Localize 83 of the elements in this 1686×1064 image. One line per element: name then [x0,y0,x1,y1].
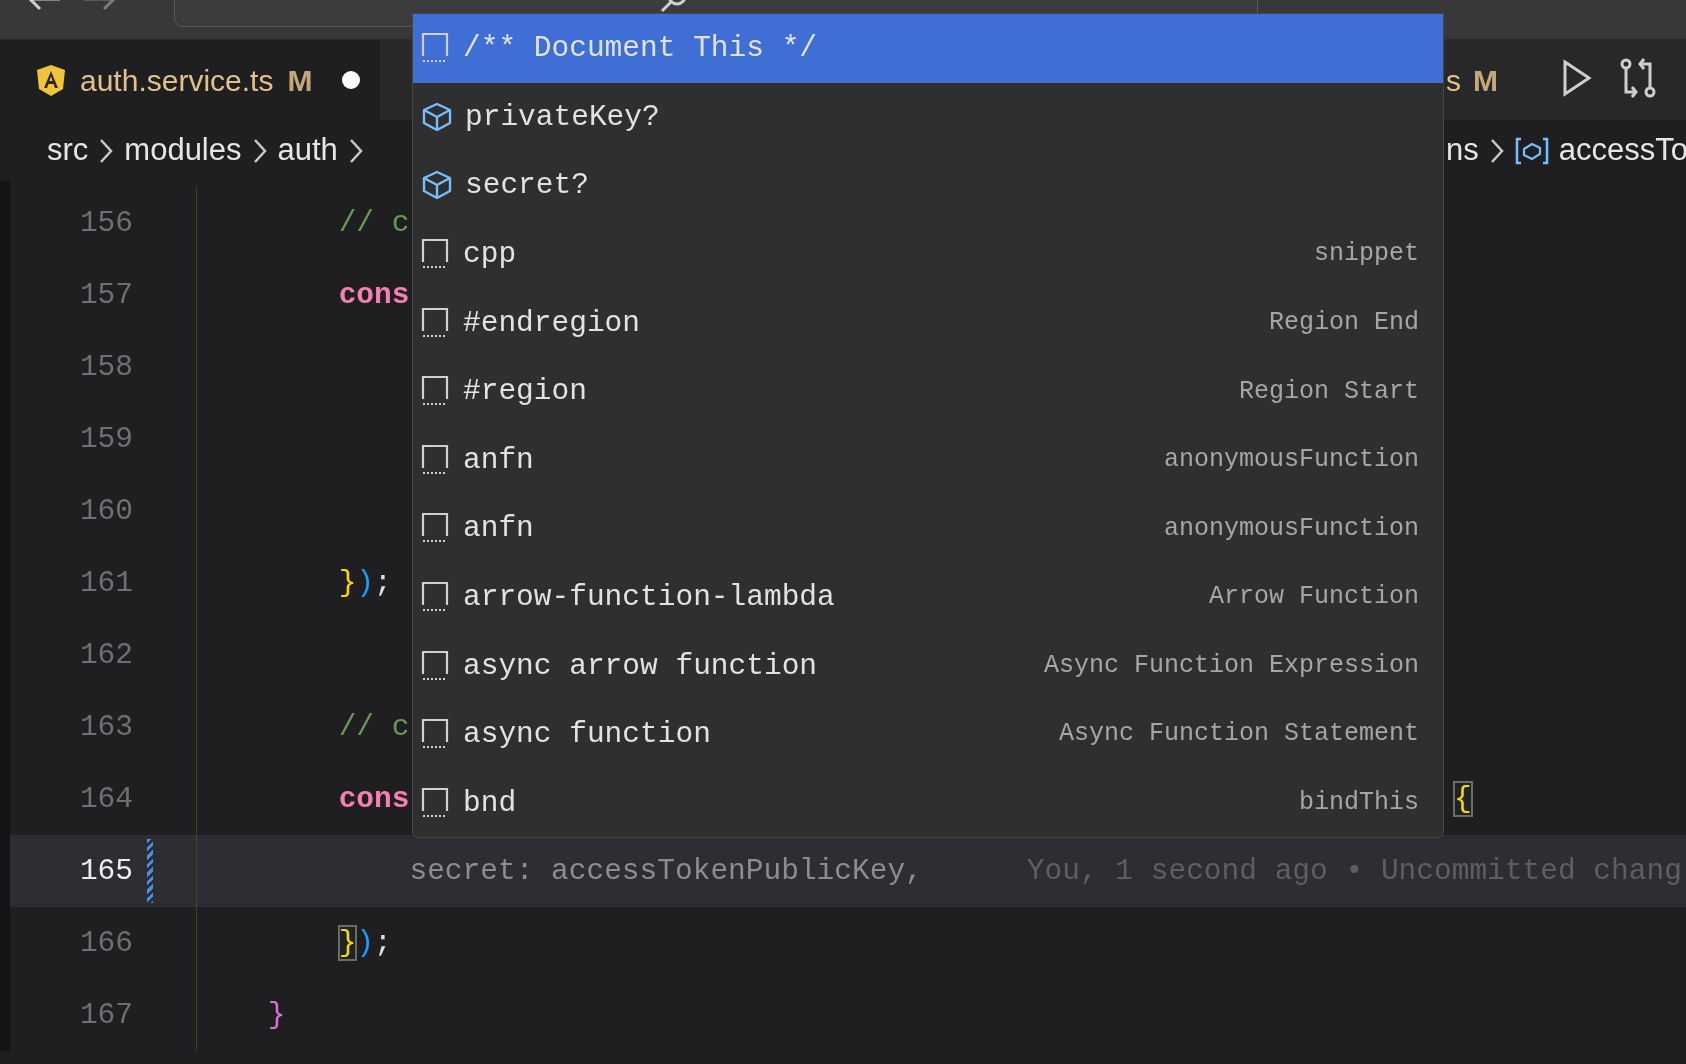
suggestion-item[interactable]: cpp snippet [413,219,1443,289]
suggestion-detail: Region End [1268,306,1419,339]
compare-changes-icon[interactable] [1618,58,1658,98]
suggestion-label: #region [463,373,587,411]
snippet-icon [421,238,451,271]
line-number: 165 [78,852,133,890]
code-text: ; [374,925,392,960]
snippet-icon [421,306,451,339]
breadcrumb-item[interactable]: src [47,127,89,174]
suggestion-item[interactable]: privateKey? [413,82,1443,152]
suggestion-label: bnd [463,784,517,822]
editor-tab[interactable]: auth.service.ts M [0,40,381,120]
snippet-icon [421,649,451,682]
cube-icon [421,100,453,133]
suggestion-label: privateKey? [465,98,660,136]
snippet-icon [421,718,451,751]
editor-tab[interactable]: s M [1446,40,1498,120]
suggestion-detail: Async Function Expression [1043,649,1419,682]
line-number: 156 [78,204,133,242]
breadcrumb-item[interactable]: modules [124,127,242,174]
breadcrumb-item[interactable]: ns [1446,127,1479,174]
code-text: // c [338,205,410,240]
code-text: ) [356,565,375,600]
code-text: { [1453,781,1472,816]
code-text: } [267,997,286,1032]
suggestion-detail: anonymousFunction [1163,512,1419,545]
code-text: ) [356,925,375,960]
suggestion-detail: snippet [1313,238,1419,271]
suggestion-item[interactable]: /** Document This */ [413,14,1443,83]
suggestion-label: cpp [463,235,517,273]
suggestion-item[interactable]: anfn anonymousFunction [413,425,1443,495]
line-number: 167 [78,996,133,1034]
code-text: secret: accessTokenPublicKey, [409,853,923,888]
breadcrumb-item[interactable]: accessTo [1558,127,1686,174]
suggestion-item[interactable]: async function Async Function Statement [413,699,1443,769]
suggestion-item[interactable]: arrow-function-lambda Arrow Function [413,562,1443,632]
line-number: 157 [78,276,133,314]
suggestion-item[interactable]: #region Region Start [413,356,1443,426]
modified-status: M [1473,62,1498,99]
suggestion-item[interactable]: #endregion Region End [413,288,1443,357]
line-number: 158 [78,348,133,386]
code-text: } [338,565,357,600]
code-text: cons [338,277,410,312]
line-number: 164 [78,780,133,818]
line-number: 163 [78,708,133,746]
suggestion-detail: Region Start [1238,375,1419,408]
suggestion-item[interactable]: anfn anonymousFunction [413,494,1443,563]
snippet-icon [421,512,451,545]
suggestion-label: anfn [463,441,534,479]
suggestion-label: async function [463,716,711,754]
suggestion-label: arrow-function-lambda [463,578,835,616]
suggestion-item[interactable]: secret? [413,151,1443,220]
angular-file-icon [36,63,66,97]
tab-filename: s [1446,62,1461,99]
snippet-icon [421,786,451,819]
line-number: 160 [78,492,133,530]
line-number: 166 [78,924,133,962]
suggestion-detail: bindThis [1298,787,1419,820]
suggestion-label: secret? [465,167,589,205]
suggestion-label: async arrow function [463,647,818,685]
suggestion-label: #endregion [463,304,641,342]
code-text: ; [374,565,392,600]
code-text: cons [338,781,410,816]
suggestion-label: /** Document This */ [463,30,818,68]
breadcrumb-item[interactable]: auth [277,127,338,174]
snippet-icon [421,375,451,408]
cube-icon [421,169,453,202]
tab-filename: auth.service.ts [80,62,274,99]
suggestion-detail: anonymousFunction [1163,444,1419,477]
suggestion-item[interactable]: async arrow function Async Function Expression [413,631,1443,700]
line-number: 161 [78,564,133,602]
suggestion-label: anfn [463,510,534,548]
suggestion-detail: Arrow Function [1208,581,1419,614]
suggestion-detail: Async Function Statement [1058,718,1419,751]
code-text: // c [338,709,410,744]
line-number: 162 [78,636,133,674]
code-text: } [338,925,357,960]
line-number: 159 [78,420,133,458]
snippet-icon [421,581,451,614]
suggestion-item[interactable]: bnd bindThis [413,768,1443,837]
snippet-icon [421,32,451,65]
modified-status: M [287,62,313,99]
snippet-icon [421,443,451,476]
